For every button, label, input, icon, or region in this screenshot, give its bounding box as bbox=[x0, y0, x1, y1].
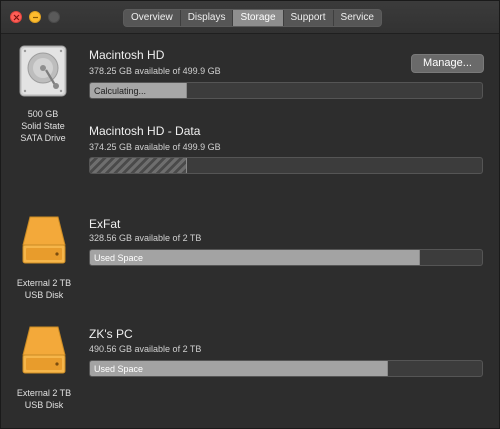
volume-name: ExFat bbox=[89, 217, 121, 231]
volume-name: ZK's PC bbox=[89, 327, 133, 341]
disk-label-line: External 2 TB bbox=[16, 278, 72, 288]
volume-available: 374.25 GB available of 499.9 GB bbox=[89, 142, 221, 152]
storage-bar: Calculating... bbox=[89, 82, 483, 99]
zoom-window-button[interactable] bbox=[48, 11, 60, 23]
tab-support[interactable]: Support bbox=[284, 10, 334, 26]
internal-hdd-icon bbox=[19, 45, 67, 97]
storage-bar-label: Used Space bbox=[94, 364, 144, 374]
manage-button[interactable]: Manage... bbox=[411, 54, 484, 73]
disk-label: External 2 TB USB Disk bbox=[4, 387, 84, 411]
volume-name: Macintosh HD bbox=[89, 48, 165, 62]
disk-label: External 2 TB USB Disk bbox=[4, 277, 84, 301]
storage-bar-label: Used Space bbox=[94, 253, 144, 263]
disk-label-line: USB Disk bbox=[24, 290, 64, 300]
storage-bar: Used Space bbox=[89, 249, 483, 266]
system-info-window: Overview Displays Storage Support Servic… bbox=[0, 0, 500, 429]
external-drive-icon bbox=[22, 326, 66, 374]
volume-name: Macintosh HD - Data bbox=[89, 124, 201, 138]
disk-label-line: USB Disk bbox=[24, 400, 64, 410]
minimize-window-button[interactable] bbox=[29, 11, 41, 23]
tab-bar: Overview Displays Storage Support Servic… bbox=[123, 9, 382, 27]
title-bar: Overview Displays Storage Support Servic… bbox=[1, 1, 499, 33]
tab-displays[interactable]: Displays bbox=[181, 10, 234, 26]
disk-label-line: External 2 TB bbox=[16, 388, 72, 398]
disk-label: 500 GB Solid State SATA Drive bbox=[3, 108, 83, 144]
title-separator bbox=[1, 33, 499, 34]
close-window-button[interactable] bbox=[10, 11, 22, 23]
minimize-icon bbox=[33, 16, 38, 19]
storage-bar-fill bbox=[90, 158, 187, 173]
external-drive-icon bbox=[22, 216, 66, 264]
disk-label-line: 500 GB bbox=[27, 109, 59, 119]
tab-storage[interactable]: Storage bbox=[233, 10, 284, 26]
disk-label-line: Solid State bbox=[21, 121, 65, 131]
storage-bar bbox=[89, 157, 483, 174]
storage-bar-label: Calculating... bbox=[94, 86, 147, 96]
volume-available: 328.56 GB available of 2 TB bbox=[89, 233, 202, 243]
volume-available: 490.56 GB available of 2 TB bbox=[89, 344, 202, 354]
tab-service[interactable]: Service bbox=[334, 10, 381, 26]
tab-overview[interactable]: Overview bbox=[124, 10, 181, 26]
storage-bar: Used Space bbox=[89, 360, 483, 377]
disk-label-line: SATA Drive bbox=[20, 133, 66, 143]
close-icon bbox=[13, 14, 20, 21]
volume-available: 378.25 GB available of 499.9 GB bbox=[89, 66, 221, 76]
